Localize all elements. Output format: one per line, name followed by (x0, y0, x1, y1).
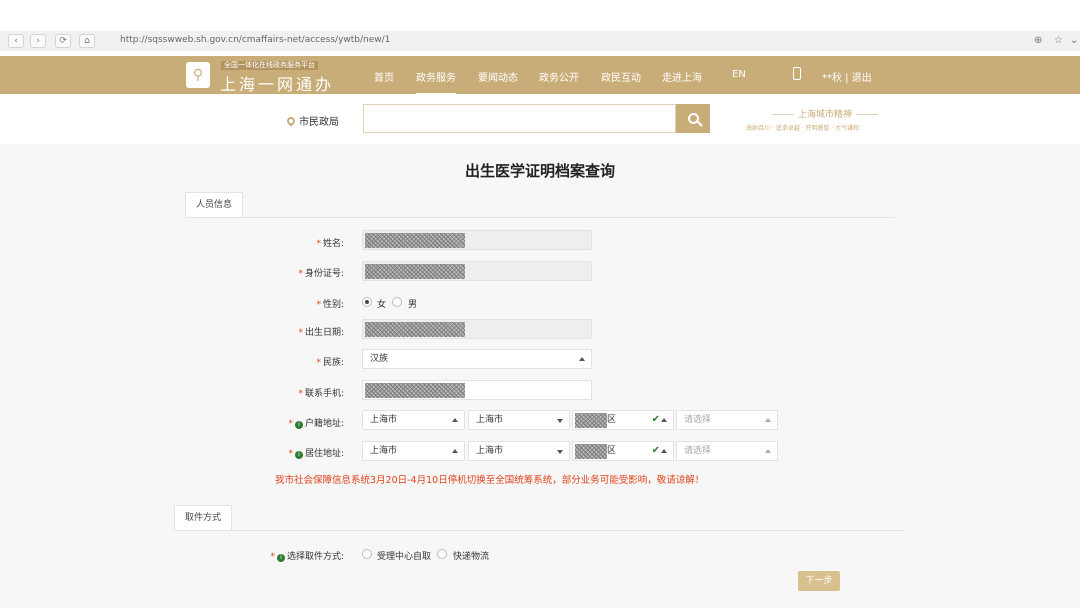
residence-district-select[interactable]: 区 ✔ (572, 441, 674, 461)
dropdown-arrow-icon (579, 357, 585, 361)
nav-home[interactable]: 首页 (374, 69, 394, 84)
household-province-select[interactable]: 上海市 (362, 410, 465, 430)
gender-label: * 性别: (316, 300, 344, 310)
gender-male-label: 男 (408, 300, 418, 310)
gender-female-label: 女 (377, 300, 387, 310)
location-label: 市民政局 (299, 117, 339, 128)
section-divider (185, 217, 895, 218)
menu-chevron-icon[interactable]: ⌄ (1070, 35, 1078, 46)
nav-about-shanghai[interactable]: 走进上海 (662, 69, 702, 84)
phone-label: * 联系手机: (298, 389, 344, 399)
search-button[interactable] (676, 104, 710, 133)
logo-icon[interactable]: ⚲ (186, 62, 210, 88)
zoom-icon[interactable]: ⊕ (1034, 35, 1042, 46)
phone-field[interactable] (362, 380, 592, 400)
next-step-button[interactable]: 下一步 (798, 571, 840, 591)
ethnic-value: 汉族 (370, 354, 389, 364)
pickup-self-label: 受理中心自取 (377, 552, 432, 562)
name-field[interactable] (362, 230, 592, 250)
logo-title[interactable]: 上海一网通办 (220, 71, 334, 95)
location-pin-icon (285, 114, 297, 127)
id-label: * 身份证号: (298, 269, 344, 279)
household-street-select[interactable]: 请选择 (676, 410, 778, 430)
redacted-block (575, 413, 607, 428)
pickup-label: * i 选择取件方式: (270, 552, 344, 562)
birth-date-field[interactable] (362, 319, 592, 339)
household-label: * i 户籍地址: (288, 419, 344, 429)
dropdown-arrow-icon (557, 419, 563, 423)
residence-province-select[interactable]: 上海市 (362, 441, 465, 461)
browser-toolbar: ‹ › ⟳ ⌂ http://sqsswweb.sh.gov.cn/cmaffa… (0, 31, 1080, 51)
info-icon[interactable]: i (276, 554, 285, 562)
tab-person-info[interactable]: 人员信息 (185, 192, 244, 218)
tab-pickup-method[interactable]: 取件方式 (174, 505, 233, 531)
nav-news[interactable]: 要闻动态 (478, 69, 518, 84)
city-spirit-slogan: 海纳百川 · 追求卓越 · 开明睿智 · 大气谦和 (746, 125, 860, 132)
redacted-block (575, 444, 607, 459)
search-icon (687, 113, 699, 124)
gender-female-radio[interactable] (362, 297, 372, 307)
location-selector[interactable]: 市民政局 (285, 113, 339, 128)
system-notice: 我市社会保障信息系统3月20日-4月10日停机切换至全国统筹系统，部分业务可能受… (275, 475, 705, 486)
dropdown-arrow-icon (765, 449, 771, 453)
info-icon[interactable]: i (294, 421, 303, 429)
pickup-express-radio[interactable] (437, 549, 447, 559)
site-header: ⚲ 全国一体化在线政务服务平台 上海一网通办 首页 政务服务 要闻动态 政务公开… (0, 56, 1080, 95)
name-label: * 姓名: (316, 239, 344, 249)
id-number-field[interactable] (362, 261, 592, 281)
dropdown-arrow-icon (661, 449, 667, 453)
pickup-express-label: 快递物流 (453, 552, 490, 562)
search-input[interactable] (363, 104, 676, 133)
redacted-block (365, 233, 465, 248)
nav-english[interactable]: EN (732, 69, 746, 80)
gender-male-radio[interactable] (392, 297, 402, 307)
redacted-block (365, 322, 465, 337)
dropdown-arrow-icon (765, 418, 771, 422)
pickup-self-radio[interactable] (362, 549, 372, 559)
user-logout[interactable]: **秋 | 退出 (822, 69, 872, 84)
nav-gov-services[interactable]: 政务服务 (416, 69, 456, 95)
check-icon: ✔ (651, 414, 660, 425)
address-bar[interactable]: http://sqsswweb.sh.gov.cn/cmaffairs-net/… (120, 35, 390, 45)
residence-label: * i 居住地址: (288, 449, 344, 459)
redacted-block (365, 383, 465, 398)
ethnic-select[interactable]: 汉族 (362, 349, 592, 369)
back-button[interactable]: ‹ (8, 34, 24, 48)
info-icon[interactable]: i (294, 451, 303, 459)
household-district-select[interactable]: 区 ✔ (572, 410, 674, 430)
ethnic-label: * 民族: (316, 358, 344, 368)
nav-gov-open[interactable]: 政务公开 (539, 69, 579, 84)
reload-button[interactable]: ⟳ (55, 34, 71, 48)
residence-city-select[interactable]: 上海市 (468, 441, 570, 461)
bookmark-star-icon[interactable]: ☆ (1054, 35, 1063, 46)
nav-interaction[interactable]: 政民互动 (601, 69, 641, 84)
dropdown-arrow-icon (557, 450, 563, 454)
city-spirit-title: 上海城市精神 (760, 107, 890, 120)
section-divider (174, 530, 904, 531)
residence-street-select[interactable]: 请选择 (676, 441, 778, 461)
page-title: 出生医学证明档案查询 (464, 162, 615, 180)
logo-subtitle: 全国一体化在线政务服务平台 (221, 61, 318, 70)
household-city-select[interactable]: 上海市 (468, 410, 570, 430)
birth-label: * 出生日期: (298, 328, 344, 338)
dropdown-arrow-icon (452, 449, 458, 453)
redacted-block (365, 264, 465, 279)
dropdown-arrow-icon (452, 418, 458, 422)
check-icon: ✔ (651, 445, 660, 456)
main-content (0, 144, 1080, 608)
dropdown-arrow-icon (661, 418, 667, 422)
home-button[interactable]: ⌂ (79, 34, 95, 48)
mobile-icon[interactable] (793, 67, 801, 80)
forward-button[interactable]: › (30, 34, 46, 48)
